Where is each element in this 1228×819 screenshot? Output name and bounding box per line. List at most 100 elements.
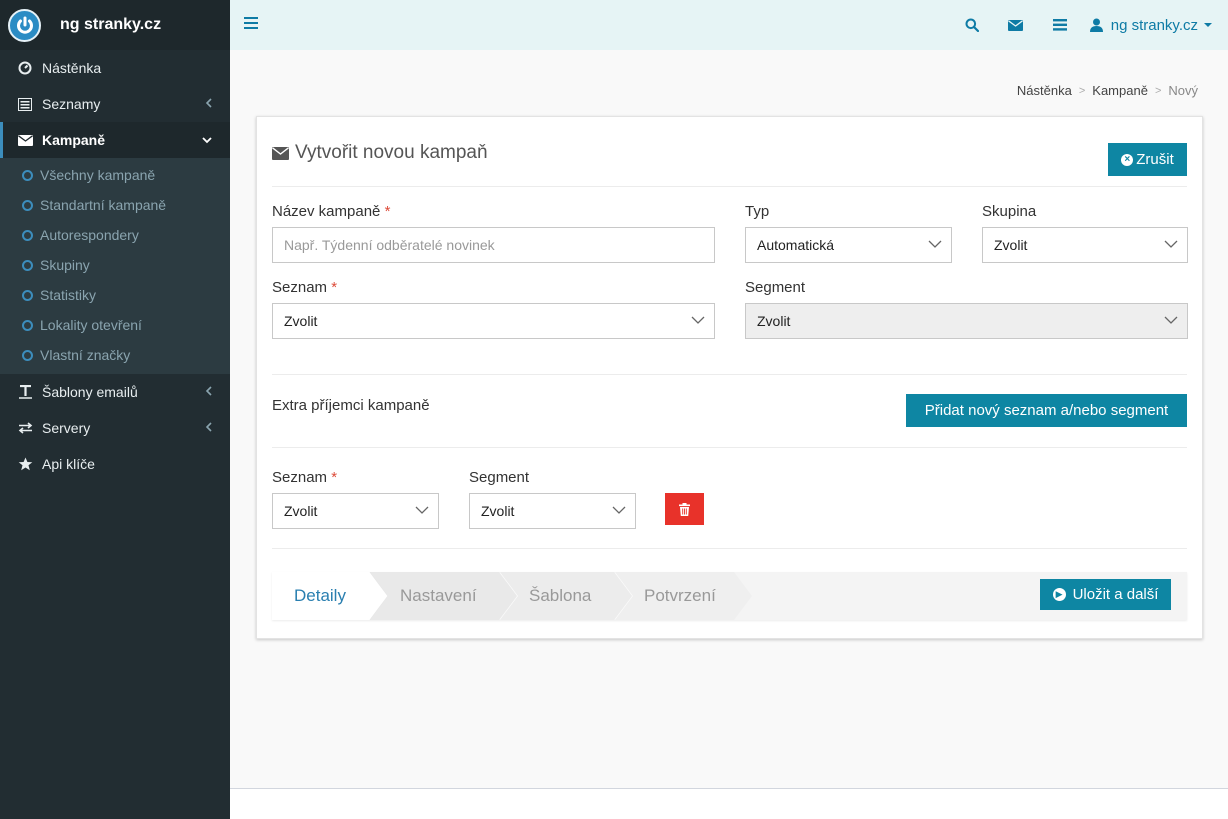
user-name: ng stranky.cz [1110, 16, 1198, 34]
circle-icon [22, 229, 33, 241]
save-next-label: Uložit a další [1072, 586, 1159, 603]
list-select[interactable]: Zvolit [272, 303, 715, 339]
delete-row-button[interactable] [665, 493, 704, 525]
exchange-icon [17, 420, 33, 436]
chevron-down-icon [1164, 240, 1178, 248]
segment-select-value: Zvolit [757, 313, 791, 329]
extra-segment-select[interactable]: Zvolit [469, 493, 636, 529]
group-select[interactable]: Zvolit [982, 227, 1188, 263]
brand[interactable]: ng stranky.cz [0, 0, 230, 50]
chevron-down-icon [691, 316, 705, 324]
list-icon[interactable] [1038, 0, 1082, 50]
circle-icon [22, 289, 33, 301]
sidebar-item-label: Seznamy [42, 96, 101, 112]
sidebar-item-label: Servery [42, 420, 91, 436]
subitem-label: Autorespondery [40, 227, 139, 243]
sidebar-item-api-keys[interactable]: Api klíče [0, 446, 230, 482]
campaigns-submenu: Všechny kampaně Standartní kampaně Autor… [0, 158, 230, 374]
extra-segment-select-value: Zvolit [481, 503, 515, 519]
group-label: Skupina [982, 203, 1037, 220]
step-details[interactable]: Detaily [294, 572, 346, 620]
sidebar-item-dashboard[interactable]: Nástěnka [0, 50, 230, 86]
extra-list-select[interactable]: Zvolit [272, 493, 439, 529]
cancel-label: Zrušit [1136, 151, 1174, 168]
subitem-label: Statistiky [40, 287, 97, 303]
sidebar-subitem-open-locations[interactable]: Lokality otevření [0, 310, 230, 340]
divider [272, 374, 1187, 375]
group-select-value: Zvolit [994, 237, 1028, 253]
sidebar-subitem-standard-campaigns[interactable]: Standartní kampaně [0, 190, 230, 220]
chevron-down-icon [202, 133, 212, 147]
breadcrumb-current: Nový [1168, 83, 1198, 98]
close-circle-icon: × [1121, 153, 1134, 166]
top-icons: ng stranky.cz [950, 0, 1212, 50]
menu-toggle-icon[interactable] [244, 17, 258, 31]
chevron-down-icon [612, 506, 626, 514]
sidebar-subitem-autoresponders[interactable]: Autorespondery [0, 220, 230, 250]
sidebar: ng stranky.cz Nástěnka Seznamy Kampaně V… [0, 0, 230, 819]
breadcrumb-campaigns[interactable]: Kampaně [1092, 83, 1148, 98]
sidebar-item-label: Kampaně [42, 132, 106, 148]
campaign-name-input[interactable]: Např. Týdenní odběratelé novinek [272, 227, 715, 263]
breadcrumb-separator: > [1154, 84, 1162, 97]
subitem-label: Standartní kampaně [40, 197, 167, 213]
circle-icon [22, 349, 33, 361]
breadcrumb: Nástěnka > Kampaně > Nový [1017, 83, 1198, 98]
label-text: Seznam [272, 469, 328, 486]
required-mark: * [384, 203, 391, 220]
envelope-icon[interactable] [994, 0, 1038, 50]
step-template[interactable]: Šablona [529, 572, 591, 620]
list-select-value: Zvolit [284, 313, 318, 329]
add-list-segment-button[interactable]: Přidat nový seznam a/nebo segment [906, 394, 1187, 427]
sidebar-subitem-all-campaigns[interactable]: Všechny kampaně [0, 160, 230, 190]
chevron-circle-right-icon: ▶ [1052, 588, 1066, 601]
chevron-down-icon [415, 506, 429, 514]
brand-name: ng stranky.cz [60, 16, 162, 33]
card-title-text: Vytvořit novou kampaň [295, 142, 488, 163]
sidebar-item-email-templates[interactable]: Šablony emailů [0, 374, 230, 410]
divider [272, 186, 1187, 187]
extra-list-select-value: Zvolit [284, 503, 318, 519]
dashboard-icon [17, 60, 33, 76]
step-settings[interactable]: Nastavení [400, 572, 477, 620]
required-mark: * [331, 469, 338, 486]
breadcrumb-dashboard[interactable]: Nástěnka [1017, 83, 1072, 98]
extra-recipients-label: Extra příjemci kampaně [272, 397, 430, 414]
sidebar-item-label: Šablony emailů [42, 384, 138, 400]
step-confirm[interactable]: Potvrzení [644, 572, 716, 620]
text-icon [17, 384, 33, 400]
sidebar-item-campaigns[interactable]: Kampaně [0, 122, 230, 158]
sidebar-item-servers[interactable]: Servery [0, 410, 230, 446]
segment-select[interactable]: Zvolit [745, 303, 1188, 339]
circle-icon [22, 259, 33, 271]
label-text: Seznam [272, 279, 328, 296]
sidebar-subitem-groups[interactable]: Skupiny [0, 250, 230, 280]
cancel-button[interactable]: × Zrušit [1108, 143, 1187, 176]
footer [230, 789, 1228, 819]
list-icon [17, 96, 33, 112]
circle-icon [22, 169, 33, 181]
star-icon [17, 456, 33, 472]
sidebar-subitem-statistics[interactable]: Statistiky [0, 280, 230, 310]
list-label: Seznam * [272, 279, 337, 296]
envelope-icon [17, 132, 33, 148]
user-menu[interactable]: ng stranky.cz [1089, 16, 1212, 34]
create-campaign-card: Vytvořit novou kampaň × Zrušit Název kam… [256, 116, 1203, 639]
subitem-label: Všechny kampaně [40, 167, 156, 183]
save-next-button[interactable]: ▶ Uložit a další [1040, 579, 1171, 610]
sidebar-nav: Nástěnka Seznamy Kampaně [0, 50, 230, 158]
sidebar-item-lists[interactable]: Seznamy [0, 86, 230, 122]
divider [272, 447, 1187, 448]
subitem-label: Lokality otevření [40, 317, 142, 333]
label-text: Název kampaně [272, 203, 381, 220]
required-mark: * [331, 279, 338, 296]
subitem-label: Vlastní značky [40, 347, 131, 363]
sidebar-item-label: Nástěnka [42, 60, 102, 76]
circle-icon [22, 199, 33, 211]
sidebar-subitem-custom-tags[interactable]: Vlastní značky [0, 340, 230, 370]
breadcrumb-separator: > [1078, 84, 1086, 97]
caret-down-icon [1204, 23, 1212, 27]
type-select[interactable]: Automatická [745, 227, 952, 263]
search-icon[interactable] [950, 0, 994, 50]
divider [272, 548, 1187, 549]
